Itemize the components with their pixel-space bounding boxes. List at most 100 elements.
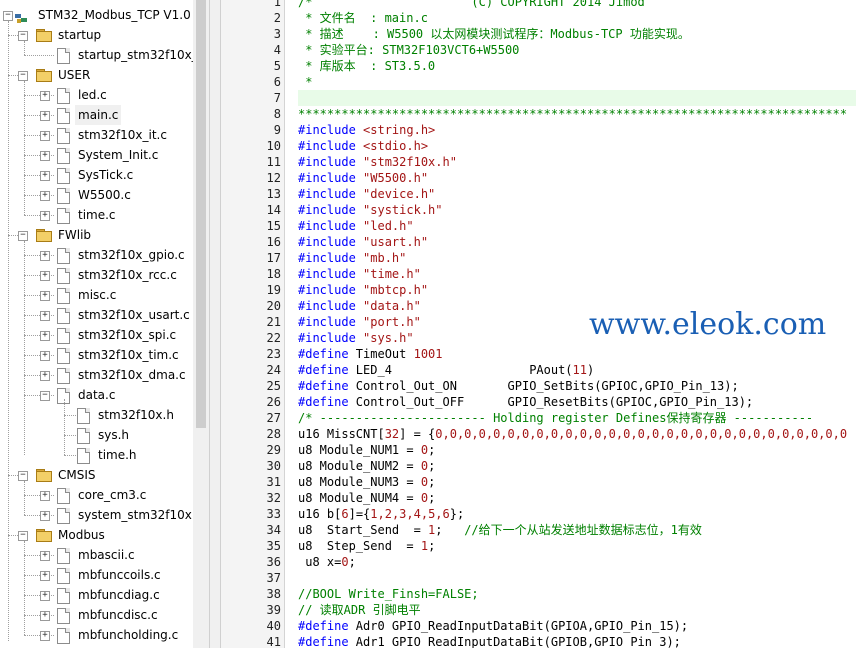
collapse-toggle[interactable]: − bbox=[18, 471, 28, 481]
tree-scrollbar[interactable] bbox=[193, 0, 209, 648]
code-token: }; bbox=[449, 507, 465, 521]
code-line: #include "stm32f10x.h" bbox=[298, 154, 457, 170]
code-token: u8 Module_NUM3 = bbox=[298, 475, 421, 489]
code-token: #define bbox=[298, 379, 356, 393]
expand-toggle[interactable]: + bbox=[40, 311, 50, 321]
code-token: * 文件名 : main.c bbox=[298, 11, 428, 25]
expand-toggle[interactable]: + bbox=[40, 331, 50, 341]
code-token: #define bbox=[298, 347, 356, 361]
code-token: ] = { bbox=[399, 427, 436, 441]
code-token: "device.h" bbox=[363, 187, 436, 201]
code-line: /* (C) COPYRIGHT 2014 Jimod bbox=[298, 0, 645, 10]
group-label: USER bbox=[58, 68, 91, 82]
scrollbar-thumb[interactable] bbox=[196, 0, 206, 428]
collapse-toggle[interactable]: − bbox=[18, 231, 28, 241]
expand-toggle[interactable]: + bbox=[40, 211, 50, 221]
line-number: 11 bbox=[266, 155, 281, 169]
expand-toggle[interactable]: + bbox=[40, 511, 50, 521]
collapse-toggle[interactable]: − bbox=[18, 31, 28, 41]
current-line-highlight bbox=[298, 90, 856, 106]
expand-toggle[interactable]: + bbox=[40, 351, 50, 361]
code-token: "data.h" bbox=[363, 299, 421, 313]
expand-toggle[interactable]: + bbox=[40, 151, 50, 161]
expand-toggle[interactable]: + bbox=[40, 491, 50, 501]
code-line: u8 Start_Send = 1; //给下一个从站发送地址数据标志位，1有效 bbox=[298, 522, 702, 538]
code-token: u8 Module_NUM1 = bbox=[298, 443, 421, 457]
code-token: // 读取ADR 引脚电平 bbox=[298, 603, 421, 617]
file-label: stm32f10x_usart.c bbox=[78, 308, 190, 322]
line-number: 19 bbox=[266, 283, 281, 297]
file-label: mbfuncdisc.c bbox=[78, 608, 158, 622]
file-label: startup_stm32f10x_hd bbox=[78, 48, 209, 62]
file-icon bbox=[57, 308, 70, 324]
code-line: #define LED_4 PAout(11) bbox=[298, 362, 594, 378]
code-token: #include bbox=[298, 219, 364, 233]
line-number: 20 bbox=[266, 299, 281, 313]
code-token: #include bbox=[298, 283, 364, 297]
code-line: #include "W5500.h" bbox=[298, 170, 428, 186]
code-line: #include "device.h" bbox=[298, 186, 435, 202]
expand-toggle[interactable]: + bbox=[40, 91, 50, 101]
file-label: time.c bbox=[78, 208, 116, 222]
code-token: //给下一个从站发送地址数据标志位，1有效 bbox=[464, 523, 702, 537]
line-number: 28 bbox=[266, 427, 281, 441]
line-number: 3 bbox=[273, 27, 281, 41]
expand-toggle[interactable]: + bbox=[40, 551, 50, 561]
group-label: FWlib bbox=[58, 228, 92, 242]
code-token: #include bbox=[298, 155, 364, 169]
file-label: System_Init.c bbox=[78, 148, 159, 162]
expand-toggle[interactable]: + bbox=[40, 111, 50, 121]
line-number: 14 bbox=[266, 203, 281, 217]
code-line: #include <stdio.h> bbox=[298, 138, 428, 154]
code-token: TimeOut bbox=[355, 347, 414, 361]
tree-connector bbox=[64, 415, 76, 416]
collapse-toggle[interactable]: − bbox=[3, 11, 13, 21]
expand-toggle[interactable]: + bbox=[40, 571, 50, 581]
line-number: 6 bbox=[273, 75, 281, 89]
code-token: 0 bbox=[420, 459, 429, 473]
file-label: stm32f10x_it.c bbox=[78, 128, 167, 142]
expand-toggle[interactable]: + bbox=[40, 131, 50, 141]
file-label: mbascii.c bbox=[78, 548, 135, 562]
code-token: 11 bbox=[572, 363, 587, 377]
project-name: STM32_Modbus_TCP V1.0 bbox=[38, 8, 191, 22]
expand-toggle[interactable]: + bbox=[40, 371, 50, 381]
code-token: #include bbox=[298, 203, 364, 217]
code-token: 1,2,3,4,5,6 bbox=[370, 507, 450, 521]
expand-toggle[interactable]: + bbox=[40, 631, 50, 641]
code-token: "sys.h" bbox=[363, 331, 414, 345]
expand-toggle[interactable]: + bbox=[40, 271, 50, 281]
expand-toggle[interactable]: + bbox=[40, 191, 50, 201]
code-token: * bbox=[298, 75, 313, 89]
line-number: 31 bbox=[266, 475, 281, 489]
collapse-toggle[interactable]: − bbox=[40, 391, 50, 401]
code-line: u16 b[6]={1,2,3,4,5,6}; bbox=[298, 506, 464, 522]
expand-toggle[interactable]: + bbox=[40, 251, 50, 261]
code-token: #define bbox=[298, 635, 356, 648]
expand-toggle[interactable]: + bbox=[40, 171, 50, 181]
expand-toggle[interactable]: + bbox=[40, 291, 50, 301]
expand-toggle[interactable]: + bbox=[40, 611, 50, 621]
collapse-toggle[interactable]: − bbox=[18, 531, 28, 541]
code-line: #include "port.h" bbox=[298, 314, 421, 330]
panel-splitter[interactable] bbox=[209, 0, 221, 648]
code-line: /* ----------------------- Holding regis… bbox=[298, 410, 813, 426]
line-number: 18 bbox=[266, 267, 281, 281]
tree-connector bbox=[24, 81, 25, 215]
line-number: 26 bbox=[266, 395, 281, 409]
code-token: Control_Out_ON GPIO_SetBits(GPIOC,GPIO_P… bbox=[355, 379, 739, 393]
line-number: 40 bbox=[266, 619, 281, 633]
code-token: "systick.h" bbox=[363, 203, 443, 217]
tree-connector bbox=[24, 541, 25, 635]
file-icon bbox=[57, 268, 70, 284]
file-label: data.c bbox=[78, 388, 116, 402]
file-icon bbox=[57, 148, 70, 164]
expand-toggle[interactable]: + bbox=[40, 591, 50, 601]
line-number: 17 bbox=[266, 251, 281, 265]
project-icon bbox=[15, 9, 27, 23]
collapse-toggle[interactable]: − bbox=[18, 71, 28, 81]
code-line: u8 Step_Send = 1; bbox=[298, 538, 435, 554]
line-number: 27 bbox=[266, 411, 281, 425]
group-label: Modbus bbox=[58, 528, 105, 542]
code-token: #define bbox=[298, 619, 356, 633]
